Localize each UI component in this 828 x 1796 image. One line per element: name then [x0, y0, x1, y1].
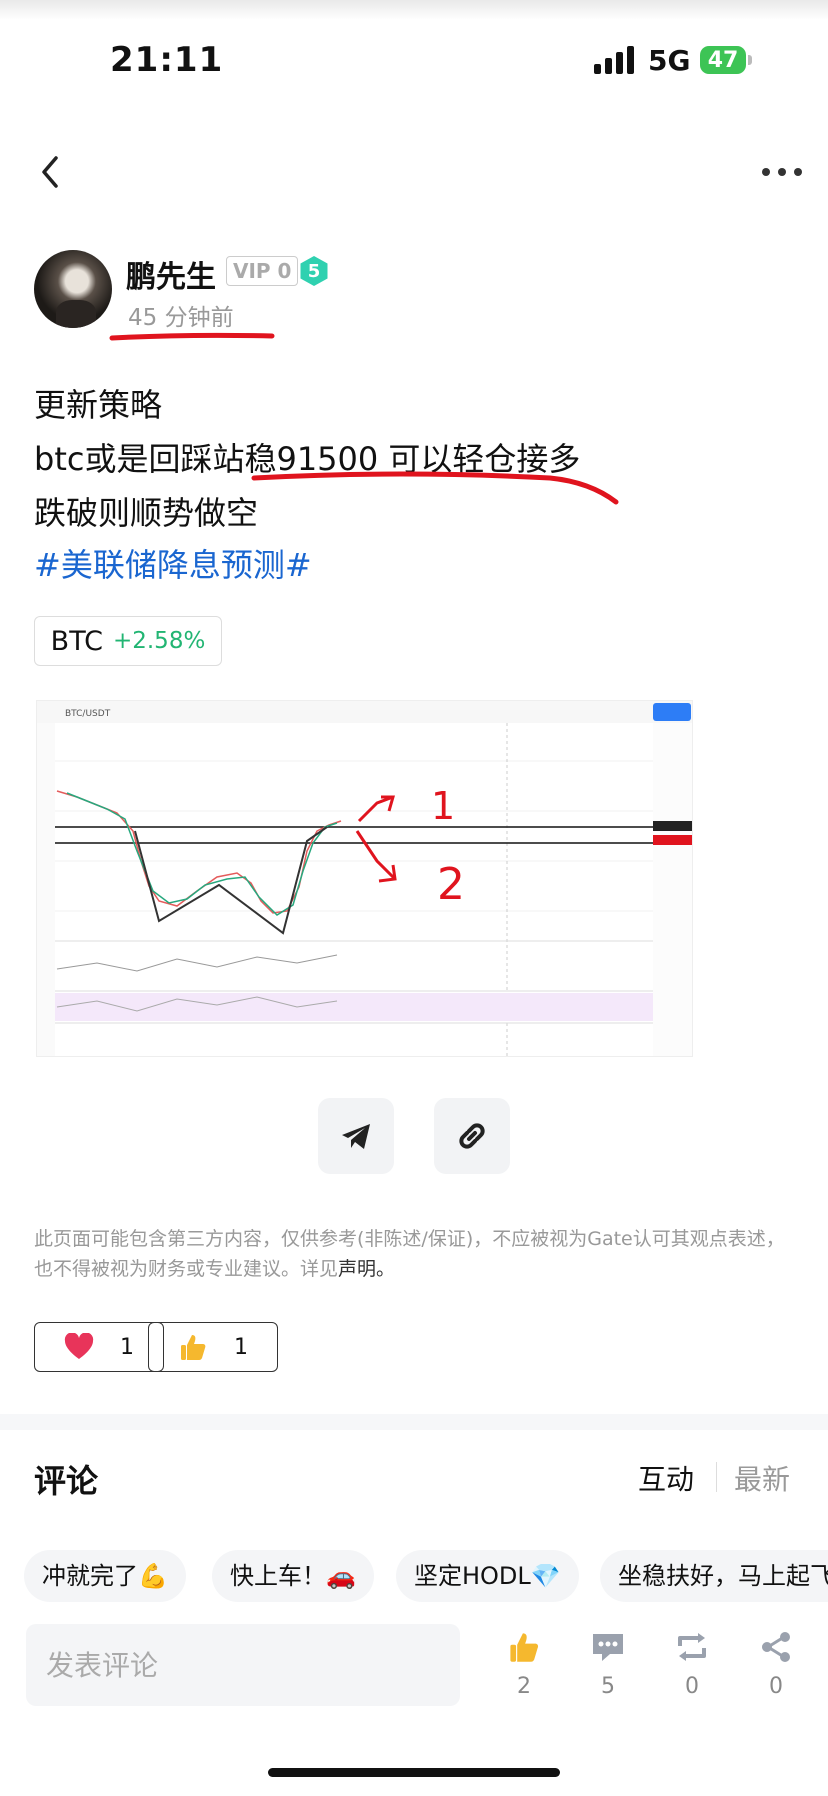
like-stat[interactable]: 2	[494, 1630, 554, 1699]
battery-icon: 47	[700, 46, 746, 74]
telegram-icon	[342, 1124, 370, 1149]
reaction-heart-count: 1	[120, 1334, 134, 1360]
like-count: 2	[517, 1674, 531, 1699]
red-underline-mark	[109, 332, 275, 341]
post-line-1: 更新策略	[34, 386, 163, 424]
network-label: 5G	[648, 44, 691, 77]
repost-stat[interactable]: 0	[662, 1630, 722, 1699]
post-line-3: 跌破则顺势做空	[34, 494, 259, 532]
copy-link-button[interactable]	[434, 1098, 510, 1174]
share-stat[interactable]: 0	[746, 1630, 806, 1699]
reaction-heart[interactable]: 1	[34, 1322, 164, 1372]
tab-divider	[716, 1462, 717, 1492]
quick-reply-chip[interactable]: 坐稳扶好，马上起飞	[600, 1550, 828, 1602]
thumbs-up-icon	[181, 1335, 206, 1360]
thumbs-up-icon	[510, 1633, 539, 1662]
quick-reply-chip[interactable]: 快上车！🚗	[212, 1550, 374, 1602]
telegram-share-button[interactable]	[318, 1098, 394, 1174]
disclaimer-link[interactable]: 声明。	[338, 1258, 395, 1280]
level-badge: 5	[300, 256, 328, 286]
hashtag-link[interactable]: #美联储降息预测#	[34, 540, 312, 586]
reaction-thumbs-count: 1	[234, 1334, 248, 1360]
repost-icon	[678, 1633, 706, 1661]
reaction-thumbs-up[interactable]: 1	[148, 1322, 278, 1372]
link-icon	[459, 1123, 485, 1149]
battery-tip	[748, 55, 752, 65]
comment-input[interactable]	[26, 1624, 460, 1706]
ticker-change: +2.58%	[112, 628, 206, 654]
signal-icon	[594, 46, 636, 74]
comment-count: 5	[601, 1674, 615, 1699]
ticker-symbol: BTC	[50, 625, 103, 657]
quick-reply-chip[interactable]: 坚定HODL💎	[396, 1550, 579, 1602]
comments-title: 评论	[34, 1462, 99, 1500]
chart-annotation-1: 1	[431, 784, 455, 828]
chart-image[interactable]: BTC/USDT 1 2	[36, 700, 693, 1057]
chart-title: BTC/USDT	[65, 709, 111, 719]
author-name[interactable]: 鹏先生	[126, 252, 216, 296]
top-fade	[0, 0, 828, 20]
heart-icon	[64, 1333, 94, 1359]
chart-annotation-2: 2	[437, 859, 465, 910]
share-count: 0	[769, 1674, 783, 1699]
author-avatar[interactable]	[34, 250, 112, 328]
disclaimer-text: 此页面可能包含第三方内容，仅供参考(非陈述/保证)，不应被视为Gate认可其观点…	[34, 1224, 794, 1284]
section-divider	[0, 1414, 828, 1430]
status-time: 21:11	[110, 40, 224, 80]
tab-latest[interactable]: 最新	[734, 1458, 790, 1498]
share-icon	[762, 1632, 790, 1662]
red-underline-mark-2	[251, 471, 619, 505]
home-indicator	[268, 1768, 560, 1777]
repost-count: 0	[685, 1674, 699, 1699]
disclaimer-body: 此页面可能包含第三方内容，仅供参考(非陈述/保证)，不应被视为Gate认可其观点…	[34, 1228, 785, 1280]
post-time: 45 分钟前	[128, 305, 234, 331]
comment-bubble-icon	[593, 1634, 623, 1661]
back-arrow-icon[interactable]	[36, 152, 66, 192]
ticker-chip[interactable]: BTC +2.58%	[34, 616, 222, 666]
tab-interactive[interactable]: 互动	[638, 1458, 694, 1498]
more-options-icon[interactable]	[760, 160, 804, 184]
battery-level: 47	[707, 47, 739, 73]
quick-reply-chip[interactable]: 冲就完了💪	[24, 1550, 186, 1602]
comment-stat[interactable]: 5	[578, 1630, 638, 1699]
vip-badge: VIP 0	[226, 256, 299, 286]
